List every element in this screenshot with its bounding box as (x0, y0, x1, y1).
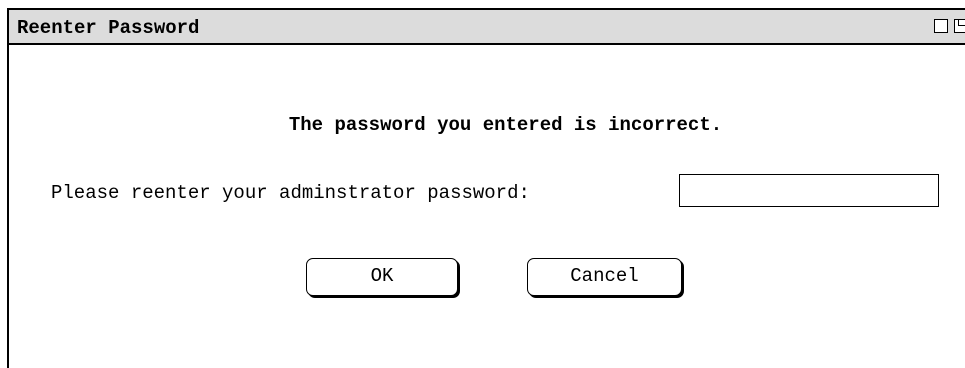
error-message: The password you entered is incorrect. (288, 114, 723, 136)
cancel-button[interactable]: Cancel (527, 258, 682, 296)
window-title: Reenter Password (17, 17, 200, 39)
window-maximize-inner-box (958, 20, 965, 26)
password-prompt-label: Please reenter your adminstrator passwor… (51, 182, 530, 204)
ok-button[interactable]: OK (306, 258, 458, 296)
password-input[interactable] (679, 174, 939, 207)
reenter-password-window: Reenter Password The password you entere… (7, 8, 965, 368)
title-bar: Reenter Password (9, 10, 965, 45)
window-minimize-icon[interactable] (934, 19, 948, 33)
window-maximize-icon[interactable] (954, 19, 965, 33)
